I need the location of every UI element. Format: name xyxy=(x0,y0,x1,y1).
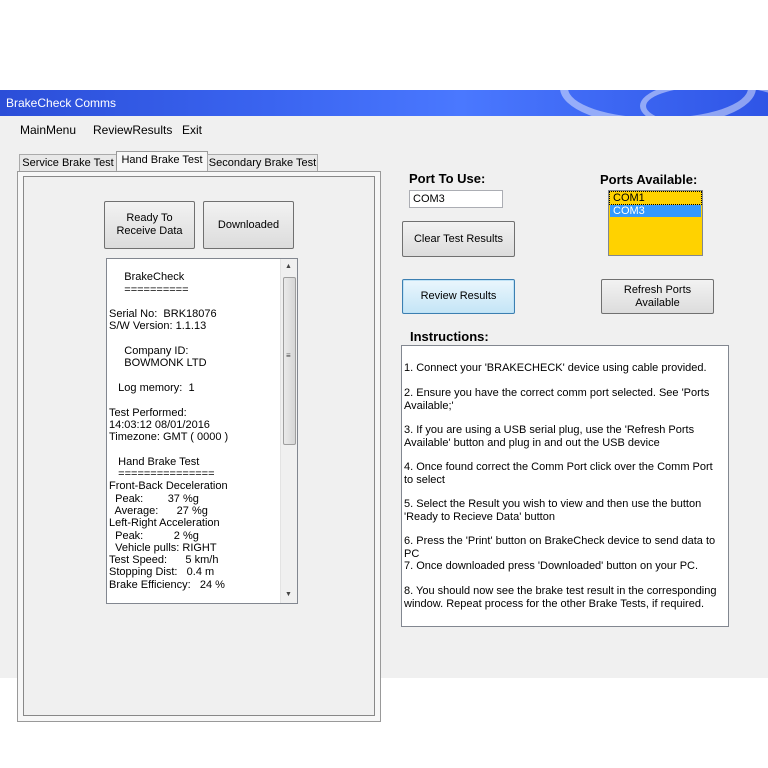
report-line: S/W Version: 1.1.13 xyxy=(109,320,207,333)
instruction-line: 4. Once found correct the Comm Port clic… xyxy=(404,461,713,486)
report-line: Log memory: 1 xyxy=(109,381,195,394)
report-line: 14:03:12 08/01/2016 xyxy=(109,418,210,431)
tab-secondary-brake-test[interactable]: Secondary Brake Test xyxy=(207,154,318,171)
report-line: Company ID: xyxy=(109,345,189,358)
instruction-line: 1. Connect your 'BRAKECHECK' device usin… xyxy=(404,362,707,374)
report-line: =============== xyxy=(109,468,215,481)
report-line: Test Speed: 5 km/h xyxy=(109,554,219,567)
tab-service-brake-test[interactable]: Service Brake Test xyxy=(19,154,117,171)
report-line xyxy=(109,370,281,382)
instruction-line: 8. You should now see the brake test res… xyxy=(404,585,717,610)
report-line xyxy=(109,296,281,308)
scroll-up-icon[interactable]: ▲ xyxy=(285,263,292,270)
menu-mainmenu[interactable]: MainMenu xyxy=(20,123,76,137)
instruction-line: 5. Select the Result you wish to view an… xyxy=(404,498,702,523)
tab-hand-brake-test[interactable]: Hand Brake Test xyxy=(116,151,208,170)
menu-bar: MainMenu ReviewResults Exit xyxy=(0,116,768,140)
report-line: Left-Right Acceleration xyxy=(109,517,220,530)
report-line: Average: 27 %g xyxy=(109,504,208,517)
ready-to-receive-button[interactable]: Ready To Receive Data xyxy=(104,201,195,249)
downloaded-button[interactable]: Downloaded xyxy=(203,201,294,249)
port-to-use-label: Port To Use: xyxy=(409,171,486,186)
port-item-com1[interactable]: COM1 xyxy=(609,191,702,205)
report-line: Peak: 2 %g xyxy=(109,529,199,542)
scroll-down-icon[interactable]: ▼ xyxy=(285,591,292,598)
report-text: BrakeCheck ========== Serial No: BRK1807… xyxy=(109,259,281,591)
menu-exit[interactable]: Exit xyxy=(182,123,202,137)
port-input[interactable]: COM3 xyxy=(409,190,503,208)
report-line: BrakeCheck xyxy=(109,271,185,284)
report-line xyxy=(109,394,281,406)
title-bar[interactable]: BrakeCheck Comms xyxy=(0,90,768,116)
instructions-label: Instructions: xyxy=(410,329,489,344)
window-title: BrakeCheck Comms xyxy=(6,96,117,110)
instruction-line: 2. Ensure you have the correct comm port… xyxy=(404,387,710,412)
ports-available-label: Ports Available: xyxy=(600,172,698,187)
report-line: Brake Efficiency: 24 % xyxy=(109,578,225,591)
review-results-button[interactable]: Review Results xyxy=(402,279,515,314)
report-line xyxy=(109,259,281,271)
report-line: ========== xyxy=(109,283,189,296)
report-scrollbar[interactable]: ▲ ≡ ▼ xyxy=(280,259,297,603)
clear-test-results-button[interactable]: Clear Test Results xyxy=(402,221,515,257)
report-line xyxy=(109,443,281,455)
scroll-thumb[interactable] xyxy=(283,277,296,445)
report-line: BOWMONK LTD xyxy=(109,357,207,370)
instruction-line: 6. Press the 'Print' button on BrakeChec… xyxy=(404,535,716,560)
ports-listbox[interactable]: COM1 COM3 xyxy=(608,190,703,256)
report-line: Peak: 37 %g xyxy=(109,492,199,505)
instructions-textbox[interactable]: 1. Connect your 'BRAKECHECK' device usin… xyxy=(401,345,729,627)
report-line: Serial No: BRK18076 xyxy=(109,308,217,321)
report-line: Vehicle pulls: RIGHT xyxy=(109,541,217,554)
report-textarea[interactable]: BrakeCheck ========== Serial No: BRK1807… xyxy=(106,258,298,604)
port-item-com3[interactable]: COM3 xyxy=(610,205,701,217)
report-line: Hand Brake Test xyxy=(109,455,200,468)
grip-icon: ≡ xyxy=(286,351,291,360)
report-line: Front-Back Deceleration xyxy=(109,480,228,493)
report-line: Timezone: GMT ( 0000 ) xyxy=(109,431,229,444)
instruction-line: 3. If you are using a USB serial plug, u… xyxy=(404,424,695,449)
refresh-ports-button[interactable]: Refresh Ports Available xyxy=(601,279,714,314)
report-line: Test Performed: xyxy=(109,406,187,419)
report-line xyxy=(109,333,281,345)
report-line: Stopping Dist: 0.4 m xyxy=(109,566,215,579)
menu-reviewresults[interactable]: ReviewResults xyxy=(93,123,172,137)
instruction-line: 7. Once downloaded press 'Downloaded' bu… xyxy=(404,560,699,572)
